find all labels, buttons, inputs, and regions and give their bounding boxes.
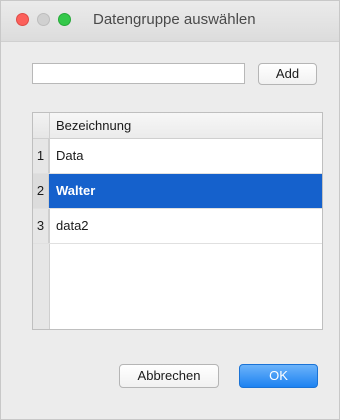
- maximize-window-icon[interactable]: [58, 13, 71, 26]
- column-header-bezeichnung[interactable]: Bezeichnung: [56, 118, 131, 133]
- table-header: Bezeichnung: [33, 113, 322, 139]
- close-window-icon[interactable]: [16, 13, 29, 26]
- row-number: 2: [33, 174, 49, 208]
- window-title: Datengruppe auswählen: [93, 11, 256, 28]
- table-row[interactable]: 1 Data: [33, 139, 322, 174]
- title-bar: Datengruppe auswählen: [1, 1, 339, 42]
- dialog-window: Datengruppe auswählen Add Bezeichnung 1 …: [0, 0, 340, 420]
- row-number: 3: [33, 209, 49, 243]
- row-label: data2: [56, 218, 89, 233]
- ok-button[interactable]: OK: [239, 364, 318, 388]
- minimize-window-icon[interactable]: [37, 13, 50, 26]
- group-name-input[interactable]: [32, 63, 245, 84]
- row-number: 1: [33, 139, 49, 173]
- row-label: Walter: [56, 183, 96, 198]
- row-label: Data: [56, 148, 84, 163]
- cancel-button[interactable]: Abbrechen: [119, 364, 219, 388]
- table-header-corner: [33, 113, 50, 138]
- table-row[interactable]: 3 data2: [33, 209, 322, 244]
- add-button[interactable]: Add: [258, 63, 317, 85]
- data-group-table[interactable]: Bezeichnung 1 Data 2 Walter 3 data2: [32, 112, 323, 330]
- table-row-selected[interactable]: 2 Walter: [33, 174, 322, 209]
